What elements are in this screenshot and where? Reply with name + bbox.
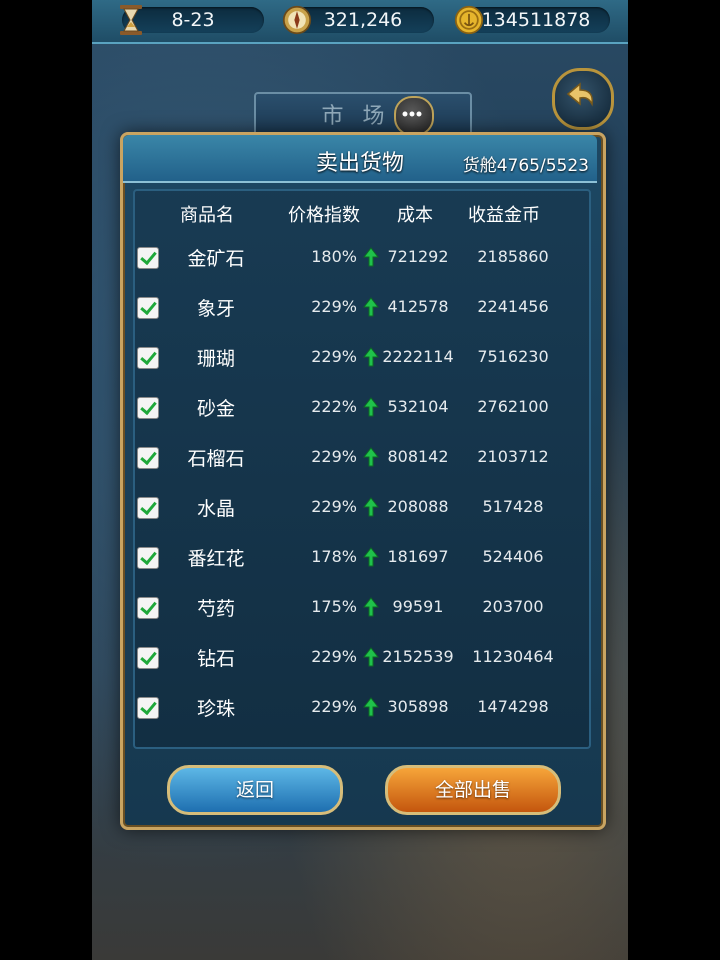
back-arrow-button[interactable] <box>552 68 614 130</box>
cost-value: 99591 <box>392 597 444 616</box>
cost-value: 181697 <box>387 547 449 566</box>
price-index: 229% <box>311 497 357 516</box>
select-checkbox[interactable] <box>137 347 159 369</box>
compass-icon <box>282 5 312 35</box>
goods-name: 石榴石 <box>187 448 245 470</box>
profit-value: 1474298 <box>477 697 549 716</box>
price-index: 178% <box>311 547 357 566</box>
price-index: 229% <box>311 347 357 366</box>
hourglass-icon <box>120 5 142 35</box>
goods-row[interactable]: 珊瑚 229% 2222114 7516230 <box>137 339 577 379</box>
goods-row[interactable]: 番红花 178% 181697 524406 <box>137 539 577 579</box>
select-checkbox[interactable] <box>137 547 159 569</box>
column-header-price-index: 价格指数 <box>288 205 360 226</box>
cost-value: 412578 <box>387 297 449 316</box>
price-index: 229% <box>311 297 357 316</box>
goods-name: 金矿石 <box>187 248 245 270</box>
price-index: 229% <box>311 647 357 666</box>
goods-name: 珊瑚 <box>196 348 235 370</box>
cost-value: 2222114 <box>382 347 454 366</box>
cost-value: 808142 <box>387 447 449 466</box>
cost-value: 532104 <box>387 397 449 416</box>
goods-row[interactable]: 珍珠 229% 305898 1474298 <box>137 689 577 729</box>
select-checkbox[interactable] <box>137 497 159 519</box>
compass-value: 321,246 <box>292 7 434 33</box>
select-checkbox[interactable] <box>137 597 159 619</box>
column-header-name: 商品名 <box>180 205 234 226</box>
return-arrow-icon <box>566 82 593 107</box>
column-header-cost: 成本 <box>397 205 433 226</box>
dialog-header: 卖出货物 货舱4765/5523 <box>123 135 597 183</box>
sell-all-button[interactable]: 全部出售 <box>385 765 561 815</box>
profit-value: 11230464 <box>472 647 554 666</box>
price-index: 175% <box>311 597 357 616</box>
gold-coin-icon <box>454 5 484 35</box>
column-header-profit: 收益金币 <box>468 205 540 226</box>
select-checkbox[interactable] <box>137 697 159 719</box>
gold-amount: 134511878 <box>462 7 610 33</box>
price-index: 180% <box>311 247 357 266</box>
profit-value: 2103712 <box>477 447 549 466</box>
chat-bubble-icon[interactable] <box>394 96 434 136</box>
cargo-capacity: 货舱4765/5523 <box>462 156 589 176</box>
goods-name: 芍药 <box>196 598 235 620</box>
sell-goods-dialog: 卖出货物 货舱4765/5523 商品名 价格指数 成本 收益金币 金矿石 180… <box>120 132 606 830</box>
goods-row[interactable]: 钻石 229% 2152539 11230464 <box>137 639 577 679</box>
cost-value: 721292 <box>387 247 449 266</box>
game-screen: 8-23 321,246 134511878 市 场 卖出货物 货舱4765/5… <box>92 0 628 960</box>
profit-value: 2185860 <box>477 247 549 266</box>
cost-value: 305898 <box>387 697 449 716</box>
goods-name: 砂金 <box>196 398 235 420</box>
select-checkbox[interactable] <box>137 647 159 669</box>
select-checkbox[interactable] <box>137 247 159 269</box>
profit-value: 517428 <box>482 497 544 516</box>
goods-row[interactable]: 石榴石 229% 808142 2103712 <box>137 439 577 479</box>
price-index: 229% <box>311 697 357 716</box>
resource-bar: 8-23 321,246 134511878 <box>92 0 628 44</box>
profit-value: 2762100 <box>477 397 549 416</box>
select-checkbox[interactable] <box>137 447 159 469</box>
goods-row[interactable]: 水晶 229% 208088 517428 <box>137 489 577 529</box>
cost-value: 208088 <box>387 497 449 516</box>
profit-value: 524406 <box>482 547 544 566</box>
price-index: 229% <box>311 447 357 466</box>
back-button[interactable]: 返回 <box>167 765 343 815</box>
goods-row[interactable]: 芍药 175% 99591 203700 <box>137 589 577 629</box>
goods-name: 番红花 <box>187 548 245 570</box>
goods-row[interactable]: 砂金 222% 532104 2762100 <box>137 389 577 429</box>
select-checkbox[interactable] <box>137 297 159 319</box>
goods-row[interactable]: 象牙 229% 412578 2241456 <box>137 289 577 329</box>
select-checkbox[interactable] <box>137 397 159 419</box>
goods-name: 象牙 <box>196 298 235 320</box>
profit-value: 203700 <box>482 597 544 616</box>
goods-name: 珍珠 <box>196 698 235 720</box>
cost-value: 2152539 <box>382 647 454 666</box>
profit-value: 7516230 <box>477 347 549 366</box>
goods-name: 水晶 <box>196 498 235 520</box>
goods-row[interactable]: 金矿石 180% 721292 2185860 <box>137 239 577 279</box>
goods-name: 钻石 <box>196 648 235 670</box>
price-index: 222% <box>311 397 357 416</box>
profit-value: 2241456 <box>477 297 549 316</box>
